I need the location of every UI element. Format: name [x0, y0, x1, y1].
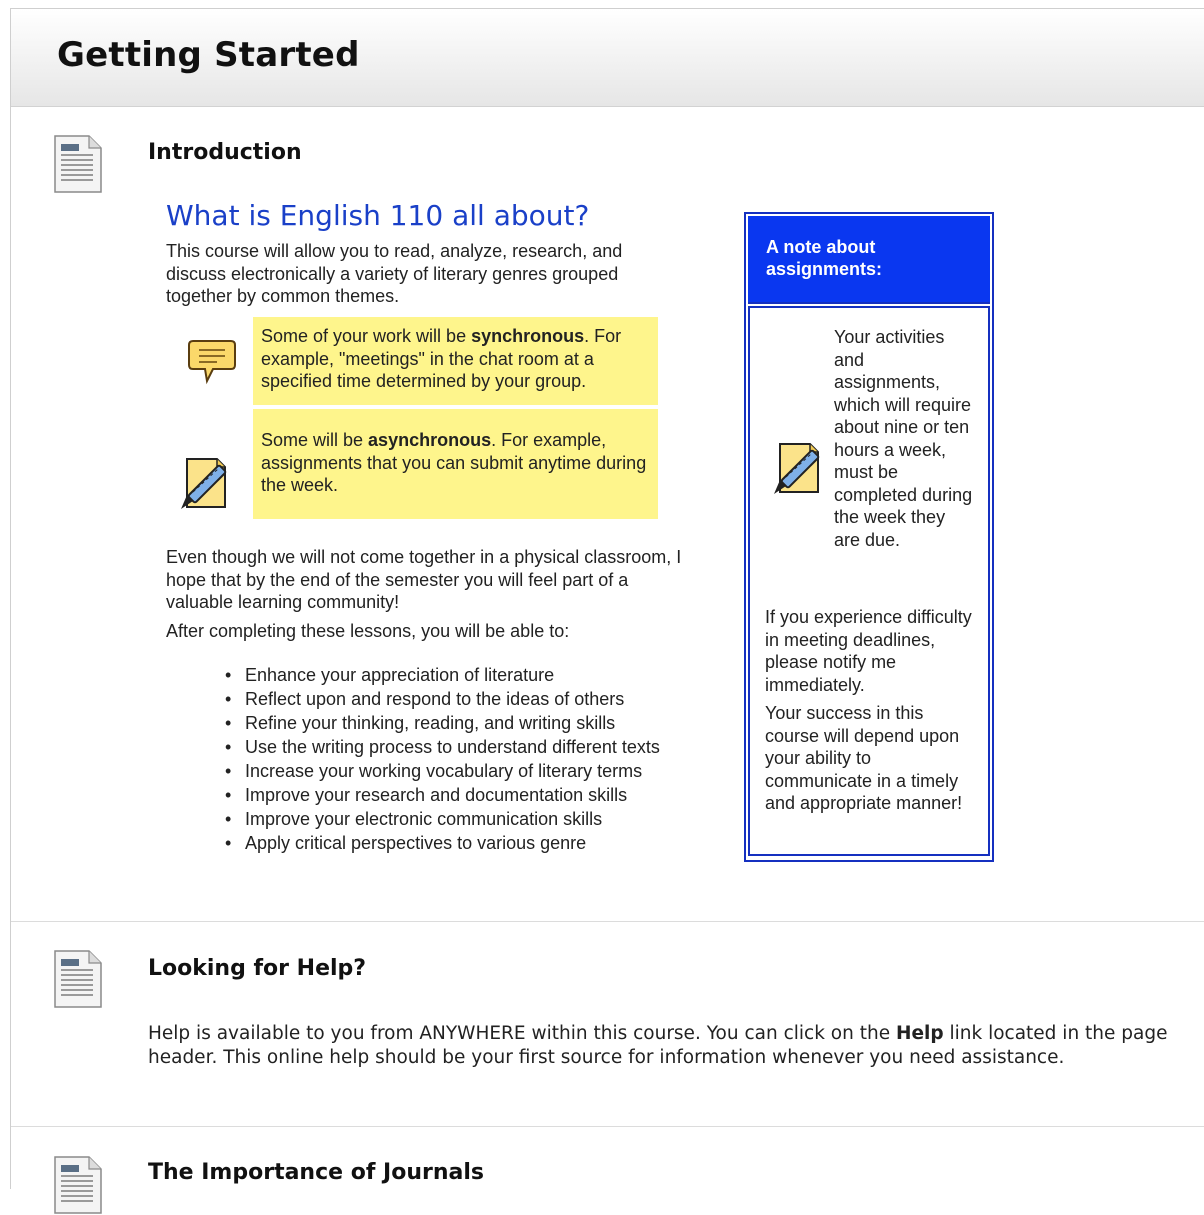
outcomes-list: Enhance your appreciation of literature …	[223, 663, 660, 855]
assignment-icon	[772, 440, 824, 496]
page-header: Getting Started	[11, 9, 1204, 107]
note-difficulty: If you experience difficulty in meeting …	[765, 607, 972, 695]
list-item: Use the writing process to understand di…	[223, 735, 660, 759]
synchronous-text: Some of your work will be synchronous. F…	[261, 326, 622, 391]
divider	[11, 921, 1204, 922]
note-title: A note about assignments:	[766, 237, 883, 279]
item-title-looking-for-help[interactable]: Looking for Help?	[148, 956, 366, 981]
item-title-importance-of-journals[interactable]: The Importance of Journals	[148, 1160, 484, 1185]
list-item: Enhance your appreciation of literature	[223, 663, 660, 687]
content-frame: Getting Started Introduction What is Eng…	[10, 8, 1204, 1189]
asynchronous-text: Some will be asynchronous. For example, …	[261, 430, 647, 495]
intro-paragraph: This course will allow you to read, anal…	[166, 241, 623, 306]
item-title-introduction[interactable]: Introduction	[148, 140, 302, 165]
community-paragraph: Even though we will not come together in…	[166, 547, 682, 612]
divider	[11, 1126, 1204, 1127]
note-success: Your success in this course will depend …	[765, 703, 963, 813]
outcomes-lead: After completing these lessons, you will…	[166, 621, 570, 641]
document-icon	[53, 134, 103, 194]
chat-bubble-icon	[188, 340, 236, 385]
list-item: Increase your working vocabulary of lite…	[223, 759, 660, 783]
list-item: Reflect upon and respond to the ideas of…	[223, 687, 660, 711]
document-icon	[53, 949, 103, 1009]
help-paragraph: Help is available to you from ANYWHERE w…	[148, 1023, 1168, 1068]
asynchronous-callout: Some will be asynchronous. For example, …	[253, 409, 658, 519]
synchronous-callout: Some of your work will be synchronous. F…	[253, 317, 658, 405]
document-icon	[53, 1155, 103, 1215]
list-item: Improve your electronic communication sk…	[223, 807, 660, 831]
note-body: Your activities and assignments, which w…	[748, 306, 990, 856]
assignment-note-box: A note about assignments: Your activitie…	[744, 212, 994, 862]
list-item: Improve your research and documentation …	[223, 783, 660, 807]
list-item: Apply critical perspectives to various g…	[223, 831, 660, 855]
assignment-icon	[179, 455, 231, 511]
note-workload: Your activities and assignments, which w…	[834, 327, 973, 550]
intro-heading: What is English 110 all about?	[166, 199, 590, 232]
note-header: A note about assignments:	[748, 216, 990, 304]
page-title: Getting Started	[57, 35, 360, 75]
list-item: Refine your thinking, reading, and writi…	[223, 711, 660, 735]
